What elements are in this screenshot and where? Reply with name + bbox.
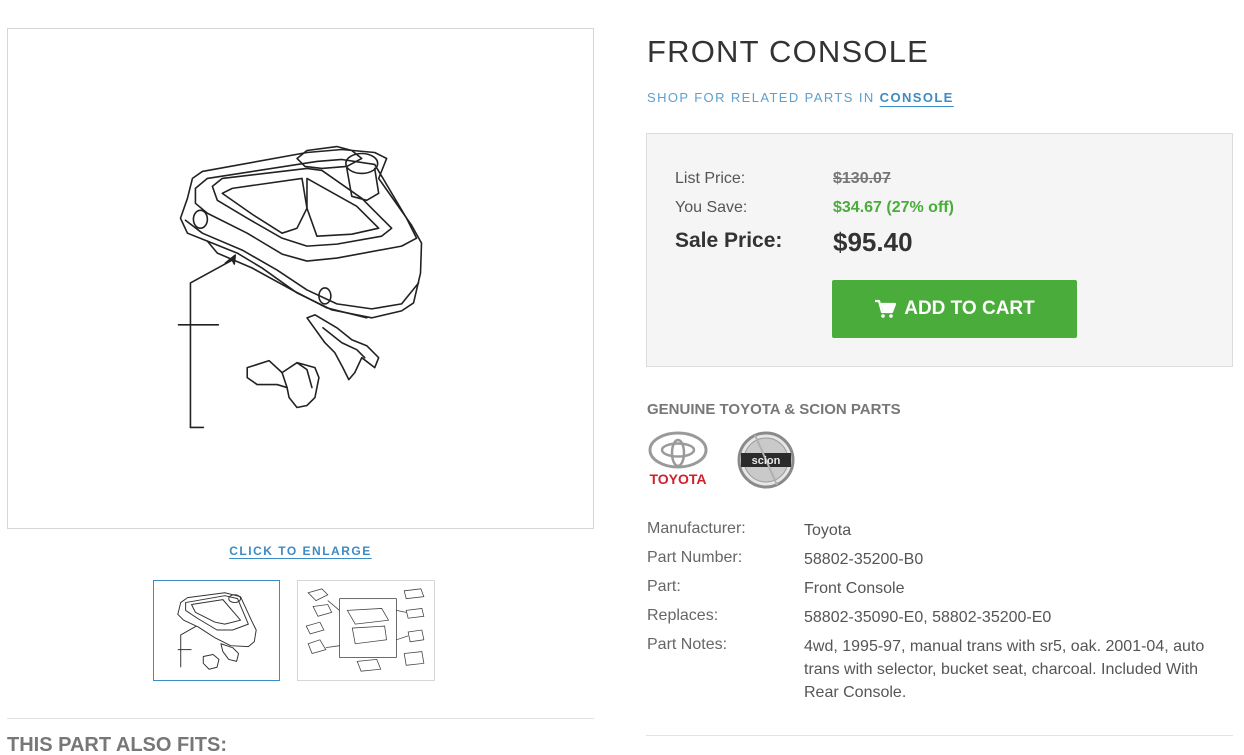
front-console-thumbnail-image <box>177 592 257 670</box>
spec-label-manufacturer: Manufacturer: <box>647 520 746 537</box>
click-to-enlarge-text[interactable]: CLICK TO ENLARGE <box>229 544 371 558</box>
thumbnail-console-exploded-diagram[interactable] <box>297 580 435 681</box>
front-console-diagram <box>177 145 423 429</box>
spec-value-part-number: 58802-35200-B0 <box>804 551 924 568</box>
spec-label-part-notes: Part Notes: <box>647 636 728 653</box>
related-category-link[interactable]: CONSOLE <box>880 90 954 105</box>
left-section-divider <box>7 718 594 719</box>
right-section-divider <box>646 735 1233 736</box>
svg-text:TOYOTA: TOYOTA <box>649 471 706 487</box>
scion-logo: scion <box>737 431 795 489</box>
related-parts-prefix: SHOP FOR RELATED PARTS IN <box>647 90 875 105</box>
spec-value-replaces: 58802-35090-E0, 58802-35200-E0 <box>804 609 1052 626</box>
svg-text:scion: scion <box>752 455 781 467</box>
price-box: List Price: $130.07 You Save: $34.67 (27… <box>646 133 1233 367</box>
genuine-parts-heading: GENUINE TOYOTA & SCION PARTS <box>647 401 901 418</box>
list-price-value: $130.07 <box>833 170 891 187</box>
add-to-cart-button[interactable]: ADD TO CART <box>832 280 1077 338</box>
spec-label-replaces: Replaces: <box>647 607 719 624</box>
console-exploded-diagram-image <box>305 588 425 672</box>
sale-price-label: Sale Price: <box>675 229 783 252</box>
spec-value-part: Front Console <box>804 580 905 597</box>
you-save-value: $34.67 (27% off) <box>833 199 954 216</box>
related-parts-line: SHOP FOR RELATED PARTS IN CONSOLE <box>647 90 954 105</box>
page-title: FRONT CONSOLE <box>647 34 930 69</box>
spec-value-manufacturer: Toyota <box>804 522 852 539</box>
shopping-cart-icon <box>875 299 897 318</box>
spec-label-part-number: Part Number: <box>647 549 743 566</box>
you-save-label: You Save: <box>675 199 748 216</box>
add-to-cart-label: ADD TO CART <box>904 298 1035 319</box>
brand-logos: TOYOTA scion <box>648 431 795 489</box>
click-to-enlarge-link: CLICK TO ENLARGE <box>7 544 594 558</box>
spec-value-part-notes: 4wd, 1995-97, manual trans with sr5, oak… <box>804 638 1205 701</box>
thumbnail-front-console[interactable] <box>153 580 280 681</box>
main-product-image[interactable] <box>7 28 594 529</box>
list-price-label: List Price: <box>675 170 746 187</box>
sale-price-value: $95.40 <box>833 227 913 257</box>
spec-label-part: Part: <box>647 578 681 595</box>
also-fits-heading: THIS PART ALSO FITS: <box>7 734 227 755</box>
toyota-logo: TOYOTA <box>648 431 708 487</box>
